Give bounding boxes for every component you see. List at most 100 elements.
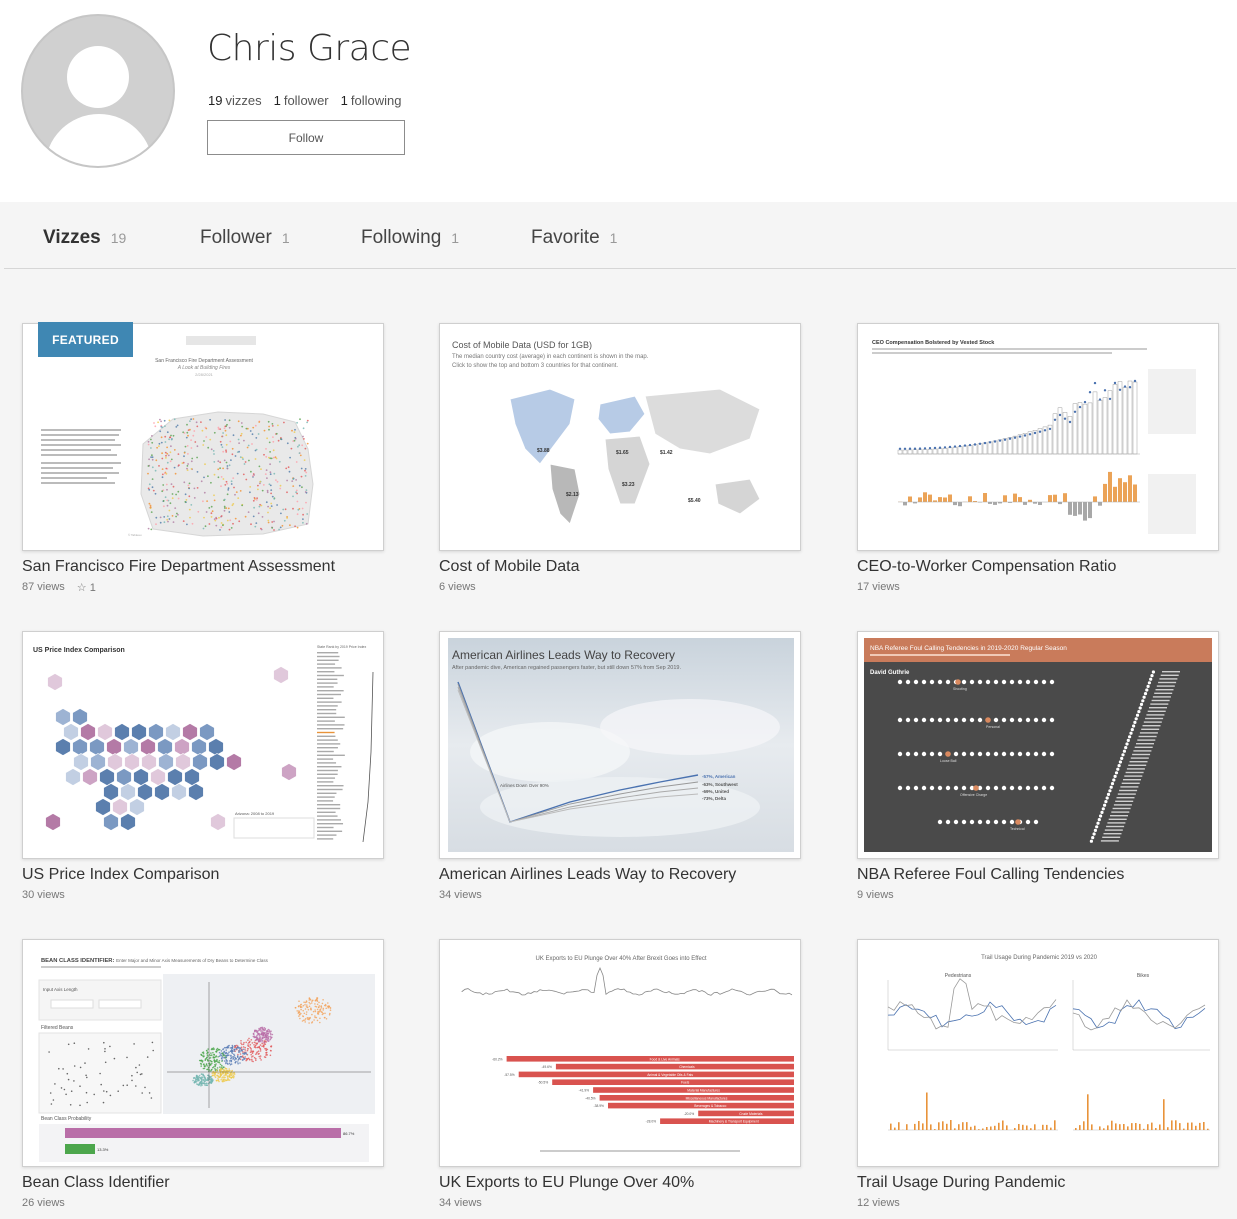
viz-title[interactable]: American Airlines Leads Way to Recovery	[439, 866, 801, 884]
viz-card[interactable]: FEATURED San Francisco Fire Department A…	[22, 322, 384, 594]
viz-card[interactable]: American Airlines Leads Way to Recovery …	[439, 631, 801, 901]
viz-title[interactable]: San Francisco Fire Department Assessment	[22, 558, 384, 576]
tab-label: Follower	[200, 227, 272, 248]
viz-title[interactable]: CEO-to-Worker Compensation Ratio	[857, 558, 1219, 576]
view-count: 12 views	[857, 1197, 900, 1209]
thumb-line2: Click to show the top and bottom 3 count…	[452, 363, 618, 369]
svg-text:-50.5%: -50.5%	[538, 1081, 549, 1085]
follower-stat[interactable]: 1 follower	[274, 93, 329, 108]
tab-count: 1	[451, 230, 460, 246]
prob-label: Bean Class Probability	[41, 1116, 92, 1122]
following-stat[interactable]: 1 following	[341, 93, 402, 108]
viz-thumbnail[interactable]: Trail Usage During Pandemic 2019 vs 2020…	[857, 939, 1219, 1167]
view-count: 26 views	[22, 1197, 65, 1209]
prob-value: 13.3%	[97, 1147, 109, 1152]
viz-meta: 9 views	[857, 889, 1219, 901]
thumb-subtitle: After pandemic dive, American regained p…	[452, 665, 681, 671]
referee-name: David Guthrie	[870, 670, 910, 676]
panel-title-left: Pedestrians	[945, 973, 972, 979]
profile-name: Chris Grace	[207, 28, 412, 69]
viz-card[interactable]: US Price Index Comparison State Rank by …	[22, 631, 384, 901]
export-bars: Food & Live Animals -60.2% Chemicals -49.6%…	[492, 1056, 794, 1124]
viz-card[interactable]: CEO Compensation Bolstered by Vested Sto…	[857, 323, 1219, 593]
rank-list	[317, 652, 345, 840]
oceania	[714, 478, 761, 515]
thumb-note: Arizona: 2008 to 2019	[235, 811, 275, 816]
view-count: 6 views	[439, 581, 476, 593]
viz-card[interactable]: NBA Referee Foul Calling Tendencies in 2…	[857, 631, 1219, 901]
svg-text:Personal: Personal	[986, 725, 1000, 729]
svg-text:Animal & Vegetable Oils & Fats: Animal & Vegetable Oils & Fats	[647, 1073, 693, 1077]
vizzes-label: vizzes	[225, 93, 262, 108]
viz-title[interactable]: Trail Usage During Pandemic	[857, 1174, 1219, 1192]
svg-text:Technical: Technical	[1010, 827, 1025, 831]
tab-favorite[interactable]: Favorite 1	[531, 227, 617, 249]
prob-value: 86.7%	[343, 1131, 355, 1136]
view-count: 87 views	[22, 581, 65, 593]
svg-text:-41.9%: -41.9%	[579, 1089, 590, 1093]
viz-thumbnail[interactable]: UK Exports to EU Plunge Over 40% After B…	[439, 939, 801, 1167]
follower-label: follower	[283, 93, 329, 108]
viz-thumbnail[interactable]: American Airlines Leads Way to Recovery …	[439, 631, 801, 859]
viz-card[interactable]: UK Exports to EU Plunge Over 40% After B…	[439, 939, 801, 1209]
input-label: Input Axis Length	[43, 987, 78, 992]
svg-text:Crude Materials: Crude Materials	[739, 1112, 763, 1116]
legend-title: State Rank by 2019 Price Index	[317, 645, 366, 649]
tab-label: Vizzes	[43, 227, 101, 248]
viz-thumbnail[interactable]: US Price Index Comparison State Rank by …	[22, 631, 384, 859]
viz-card[interactable]: Cost of Mobile Data (USD for 1GB) The me…	[439, 323, 801, 593]
viz-thumbnail[interactable]: BEAN CLASS IDENTIFIER: Enter Major and M…	[22, 939, 384, 1167]
featured-badge: FEATURED	[38, 322, 133, 357]
viz-thumbnail[interactable]: San Francisco Fire Department Assessment…	[22, 323, 384, 551]
panel-title-right: Bikes	[1137, 973, 1150, 979]
svg-text:BEAN CLASS IDENTIFIER: Enter M: BEAN CLASS IDENTIFIER: Enter Major and M…	[41, 958, 269, 964]
map-label: $5.40	[688, 498, 701, 504]
viz-title[interactable]: UK Exports to EU Plunge Over 40%	[439, 1174, 801, 1192]
africa	[604, 435, 651, 505]
viz-card[interactable]: Trail Usage During Pandemic 2019 vs 2020…	[857, 939, 1219, 1209]
tab-follower[interactable]: Follower 1	[200, 227, 290, 249]
favorite-number: 1	[89, 582, 96, 594]
svg-text:-57.5%: -57.5%	[504, 1073, 515, 1077]
user-head-icon	[67, 46, 129, 108]
svg-text:Beverages & Tobacco: Beverages & Tobacco	[694, 1104, 726, 1108]
viz-meta: 12 views	[857, 1197, 1219, 1209]
profile-stats: 19 vizzes 1 follower 1 following	[208, 93, 401, 108]
viz-title[interactable]: Bean Class Identifier	[22, 1174, 384, 1192]
thumb-title: NBA Referee Foul Calling Tendencies in 2…	[870, 645, 1067, 652]
ceo-top-chart	[897, 379, 1140, 455]
tab-label: Following	[361, 227, 442, 248]
map-label: $1.65	[616, 450, 629, 456]
viz-title[interactable]: Cost of Mobile Data	[439, 558, 801, 576]
svg-text:-38.9%: -38.9%	[594, 1104, 605, 1108]
svg-text:-60.2%: -60.2%	[492, 1057, 503, 1061]
viz-card[interactable]: BEAN CLASS IDENTIFIER: Enter Major and M…	[22, 939, 384, 1209]
view-count: 34 views	[439, 889, 482, 901]
series-label: -69%, United	[702, 789, 729, 794]
viz-title[interactable]: US Price Index Comparison	[22, 866, 384, 884]
follow-button[interactable]: Follow	[207, 120, 405, 155]
profile-tabs: Vizzes 19 Follower 1 Following 1 Favorite 1	[4, 203, 1236, 269]
annotation: Airlines Down Over 90%	[500, 783, 549, 788]
thumb-title: San Francisco Fire Department Assessment	[155, 358, 253, 364]
svg-text:Food & Live Animals: Food & Live Animals	[650, 1057, 680, 1061]
svg-text:Material Manufactures: Material Manufactures	[687, 1089, 720, 1093]
svg-text:Miscellaneous Manufactures: Miscellaneous Manufactures	[686, 1096, 728, 1100]
prob-bar	[65, 1128, 341, 1138]
viz-thumbnail[interactable]: Cost of Mobile Data (USD for 1GB) The me…	[439, 323, 801, 551]
viz-thumbnail[interactable]: NBA Referee Foul Calling Tendencies in 2…	[857, 631, 1219, 859]
ceo-bottom-chart	[898, 471, 1140, 521]
thumb-title: US Price Index Comparison	[33, 647, 125, 654]
svg-text:-49.6%: -49.6%	[541, 1065, 552, 1069]
vizzes-stat[interactable]: 19 vizzes	[208, 93, 262, 108]
viz-meta: 26 views	[22, 1197, 384, 1209]
map-label: $2.13	[566, 492, 579, 498]
series-label: -63%, Southwest	[702, 782, 738, 787]
viz-thumbnail[interactable]: CEO Compensation Bolstered by Vested Sto…	[857, 323, 1219, 551]
vizzes-count: 19	[208, 93, 223, 108]
tab-vizzes[interactable]: Vizzes 19	[43, 227, 126, 249]
thumb-title: American Airlines Leads Way to Recovery	[452, 648, 675, 662]
viz-title[interactable]: NBA Referee Foul Calling Tendencies	[857, 866, 1219, 884]
tab-following[interactable]: Following 1	[361, 227, 459, 249]
view-count: 30 views	[22, 889, 65, 901]
